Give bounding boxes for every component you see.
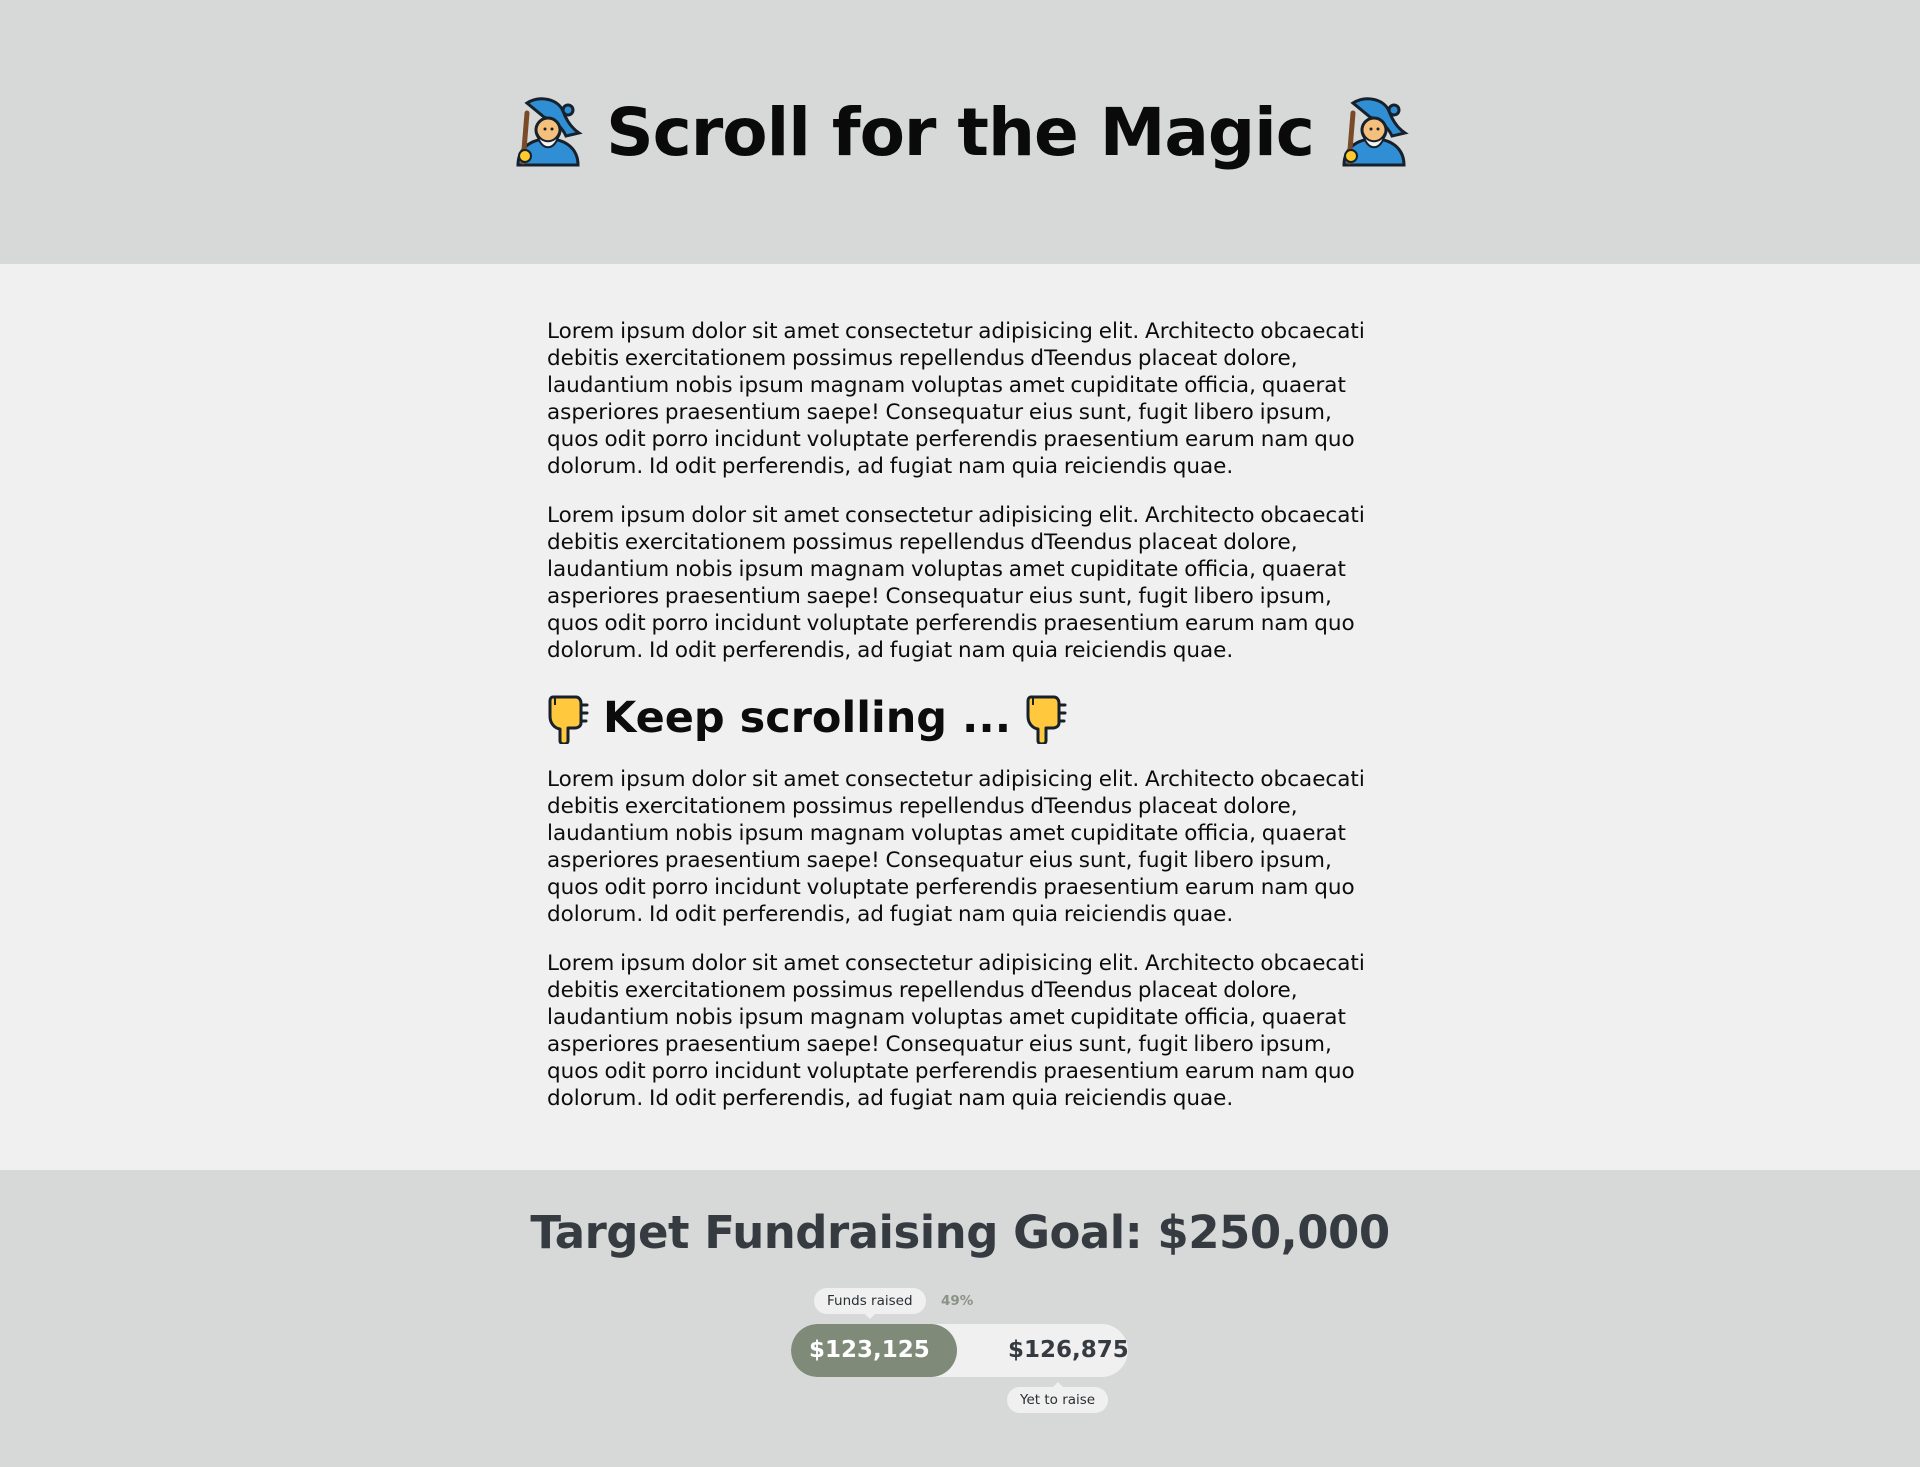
page-title: Scroll for the Magic — [606, 93, 1315, 171]
backhand-index-pointing-down-icon — [1026, 695, 1067, 744]
lorem-paragraph: Lorem ipsum dolor sit amet consectetur a… — [547, 951, 1365, 1111]
fundraising-section: Target Fundraising Goal: $250,000 Funds … — [0, 1170, 1920, 1467]
remaining-amount: $126,875 — [1008, 1337, 1129, 1363]
keep-scrolling-heading: Keep scrolling ... — [545, 686, 1377, 750]
lorem-paragraph: Lorem ipsum dolor sit amet consectetur a… — [547, 503, 1365, 663]
backhand-index-pointing-down-icon — [548, 695, 589, 744]
subheading-text: Keep scrolling ... — [603, 693, 1012, 743]
mage-emoji-icon — [516, 97, 583, 167]
page-header: Scroll for the Magic — [0, 0, 1920, 264]
mage-emoji-icon — [1342, 97, 1409, 167]
yet-to-raise-tag: Yet to raise — [1007, 1382, 1109, 1413]
fundraising-goal-title: Target Fundraising Goal: $250,000 — [530, 1206, 1390, 1259]
article-column: Lorem ipsum dolor sit amet consectetur a… — [547, 318, 1377, 1112]
lorem-paragraph: Lorem ipsum dolor sit amet consectetur a… — [547, 767, 1365, 927]
raised-amount: $123,125 — [809, 1337, 930, 1363]
funds-raised-tag: Funds raised — [814, 1288, 926, 1319]
lorem-paragraph: Lorem ipsum dolor sit amet consectetur a… — [547, 319, 1365, 479]
main-content: Lorem ipsum dolor sit amet consectetur a… — [0, 264, 1920, 1170]
progress-percentage: 49% — [941, 1293, 974, 1309]
page-title-row: Scroll for the Magic — [510, 94, 1410, 171]
